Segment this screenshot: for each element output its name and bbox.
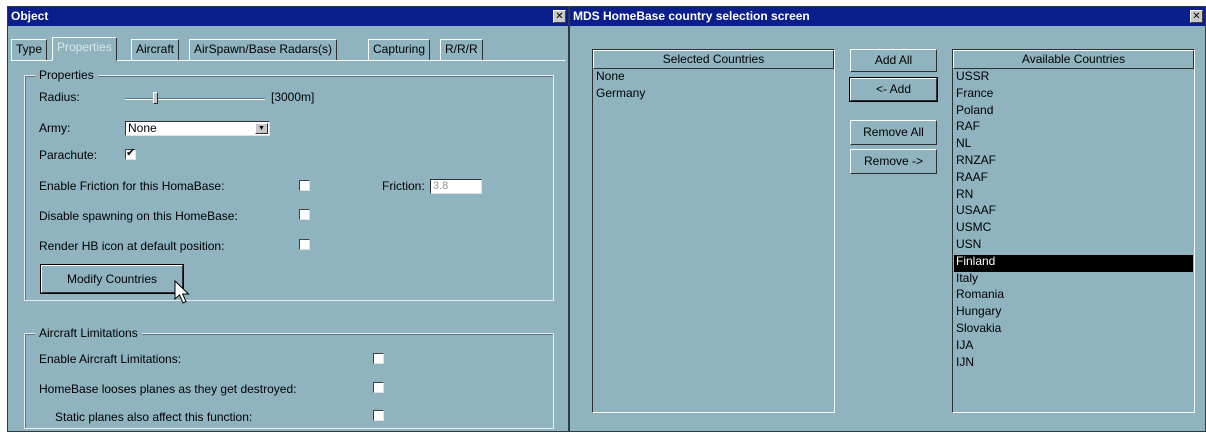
enable-aircraft-limitations-label: Enable Aircraft Limitations: [39, 352, 182, 366]
army-label: Army: [39, 121, 71, 135]
mds-window-title: MDS HomeBase country selection screen [573, 9, 810, 23]
remove-button[interactable]: Remove -> [850, 149, 937, 174]
object-window: Object ✕ Type Properties Aircraft AirSpa… [7, 6, 569, 432]
friction-field[interactable]: 3.8 [430, 179, 482, 194]
available-country-item[interactable]: IJA [954, 338, 1193, 356]
selected-country-item[interactable]: None [594, 70, 833, 87]
friction-enable-checkbox[interactable] [299, 180, 310, 191]
mds-window: MDS HomeBase country selection screen ✕ … [569, 6, 1206, 432]
tab-aircraft[interactable]: Aircraft [131, 39, 180, 61]
object-window-close-icon[interactable]: ✕ [553, 10, 566, 23]
available-country-item[interactable]: RAAF [954, 170, 1193, 188]
tab-properties[interactable]: Properties [52, 37, 117, 61]
available-country-item[interactable]: Slovakia [954, 322, 1193, 339]
mds-window-close-icon[interactable]: ✕ [1190, 10, 1203, 23]
aircraft-limitations-legend: Aircraft Limitations [35, 326, 142, 340]
available-country-item[interactable]: France [954, 86, 1193, 104]
selected-countries-list[interactable]: Selected Countries None Germany [592, 49, 835, 413]
chevron-down-icon[interactable]: ▼ [255, 123, 268, 134]
add-button[interactable]: <- Add [849, 77, 938, 102]
disable-spawning-checkbox[interactable] [299, 209, 310, 220]
selected-country-item[interactable]: Germany [594, 86, 833, 104]
army-select-value: None [128, 121, 157, 135]
properties-legend: Properties [35, 68, 98, 82]
render-icon-label: Render HB icon at default position: [39, 239, 225, 253]
available-country-item[interactable]: Romania [954, 288, 1193, 305]
static-planes-checkbox[interactable] [373, 410, 384, 421]
selected-countries-header: Selected Countries [593, 50, 834, 69]
radius-value: [3000m] [271, 90, 315, 104]
friction-label: Friction: [382, 179, 425, 193]
available-country-item[interactable]: Hungary [954, 305, 1193, 322]
looses-planes-checkbox[interactable] [373, 382, 384, 393]
available-country-item[interactable]: USN [954, 238, 1193, 255]
tab-type[interactable]: Type [11, 39, 48, 61]
radius-slider-track[interactable] [125, 98, 265, 100]
available-country-item[interactable]: USSR [954, 70, 1193, 87]
available-country-item[interactable]: RAF [954, 120, 1193, 137]
available-country-item[interactable]: Italy [954, 271, 1193, 289]
looses-planes-label: HomeBase looses planes as they get destr… [39, 382, 297, 396]
mds-window-titlebar[interactable]: MDS HomeBase country selection screen ✕ [570, 7, 1205, 26]
army-select[interactable]: None ▼ [125, 121, 270, 136]
disable-spawning-label: Disable spawning on this HomeBase: [39, 209, 238, 223]
available-countries-body: USSR France Poland RAF NL RNZAF RAAF RN USAAF USM… [954, 70, 1193, 372]
object-window-title: Object [11, 9, 49, 23]
available-country-item[interactable]: USMC [954, 221, 1193, 238]
available-country-item[interactable]: RN [954, 187, 1193, 205]
tab-capturing[interactable]: Capturing [368, 39, 431, 61]
available-countries-header: Available Countries [953, 50, 1194, 69]
aircraft-limitations-group: Aircraft Limitations Enable Aircraft Lim… [24, 326, 554, 429]
available-country-item[interactable]: RNZAF [954, 154, 1193, 171]
mouse-pointer-icon [174, 280, 190, 304]
available-country-item[interactable]: IJN [954, 355, 1193, 373]
available-country-item[interactable]: NL [954, 137, 1193, 154]
available-countries-list[interactable]: Available Countries USSR France Poland RAF N… [952, 49, 1195, 413]
static-planes-label: Static planes also affect this function: [55, 410, 253, 424]
render-icon-checkbox[interactable] [299, 239, 310, 250]
available-country-item[interactable]: Finland [954, 254, 1193, 272]
remove-all-button[interactable]: Remove All [850, 120, 937, 145]
parachute-checkbox[interactable] [125, 146, 136, 160]
modify-countries-button[interactable]: Modify Countries [40, 264, 184, 294]
friction-enable-label: Enable Friction for this HomaBase: [39, 179, 225, 193]
tab-rrr[interactable]: R/R/R [440, 39, 483, 61]
add-all-button[interactable]: Add All [850, 49, 937, 72]
selected-countries-body: None Germany [594, 70, 833, 104]
object-window-titlebar[interactable]: Object ✕ [8, 7, 568, 26]
tab-airspawn-base-radars[interactable]: AirSpawn/Base Radars(s) [189, 39, 338, 61]
radius-label: Radius: [39, 90, 80, 104]
radius-slider-thumb[interactable] [152, 92, 158, 104]
parachute-label: Parachute: [39, 148, 98, 162]
available-country-item[interactable]: Poland [954, 103, 1193, 121]
available-country-item[interactable]: USAAF [954, 204, 1193, 221]
enable-aircraft-limitations-checkbox[interactable] [373, 353, 384, 364]
properties-group: Properties Radius: [3000m] Army: None ▼ … [24, 68, 554, 304]
